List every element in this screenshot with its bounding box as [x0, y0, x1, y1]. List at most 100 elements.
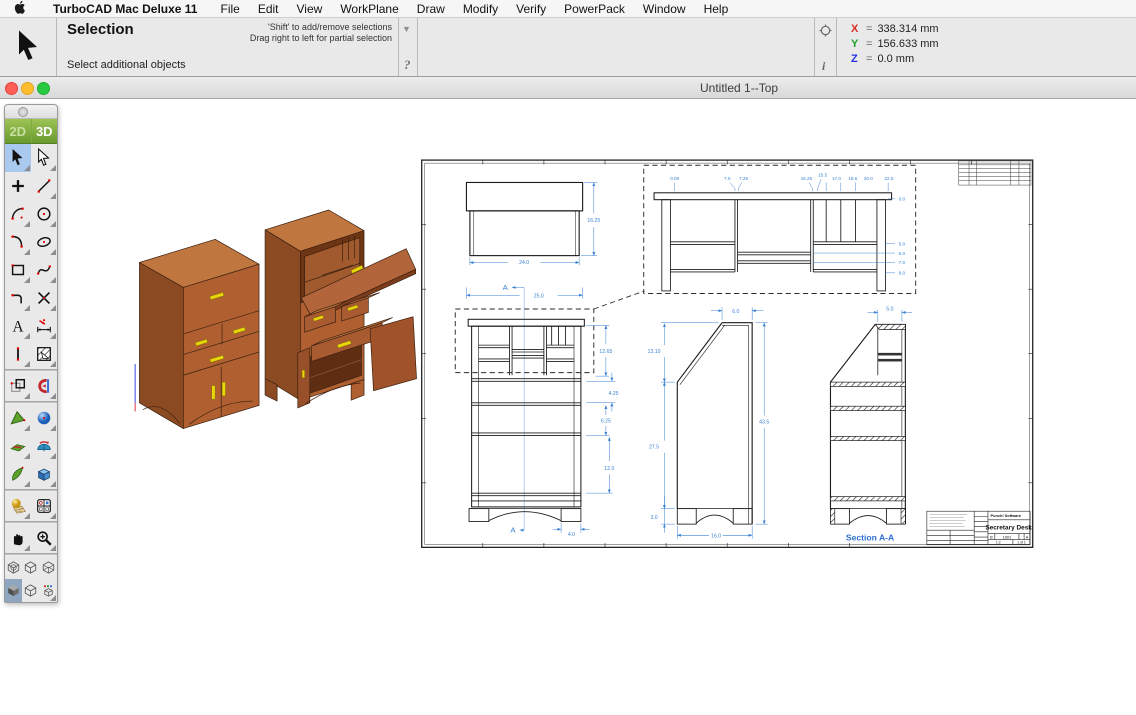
drawing-canvas[interactable]: 16.25 24.0 25.0 A 0.00 7.0 7.25 15.25 15… — [0, 99, 1136, 710]
mode-3d-button[interactable]: 3D — [31, 119, 58, 143]
palette-title-bar[interactable] — [5, 105, 57, 119]
select-open-tool[interactable] — [31, 144, 57, 172]
dim-label: 24.0 — [519, 260, 529, 266]
y-coordinate-value: 156.633 mm — [877, 38, 938, 50]
revolve-3d-tool[interactable] — [31, 432, 57, 460]
drawing-svg: 16.25 24.0 25.0 A 0.00 7.0 7.25 15.25 15… — [0, 99, 1136, 710]
dim-label: 5.0 — [899, 241, 906, 246]
line-tool[interactable] — [31, 172, 57, 200]
face-3d-tool[interactable] — [5, 404, 31, 432]
dim-label: 5.0 — [886, 307, 893, 313]
menu-bar: TurboCAD Mac Deluxe 11 File Edit View Wo… — [0, 0, 1136, 18]
document-title: Untitled 1--Top — [700, 81, 778, 95]
box-3d-tool[interactable] — [31, 460, 57, 488]
menu-item-help[interactable]: Help — [695, 2, 738, 16]
dim-label: 7.25 — [739, 176, 748, 181]
dim-label: 18.5 — [848, 176, 857, 181]
dim-label: 27.5 — [649, 444, 659, 450]
tool-palette: 2D 3D — [4, 104, 58, 603]
dim-label: 6.0 — [732, 309, 739, 315]
dim-label: 25.0 — [534, 293, 544, 299]
z-axis-label: Z — [851, 53, 861, 65]
zoom-tool[interactable] — [31, 524, 57, 552]
offset-tool[interactable] — [31, 372, 57, 400]
desk-render-closed[interactable] — [135, 239, 259, 428]
duplicate-tool[interactable] — [5, 372, 31, 400]
section-view-label: Section A-A — [846, 532, 894, 542]
sphere-3d-tool[interactable] — [31, 404, 57, 432]
help-button[interactable]: ? — [404, 57, 411, 73]
dim-label: 6.25 — [601, 419, 611, 425]
dim-label: 12.0 — [604, 466, 614, 472]
chevron-down-icon[interactable]: ▼ — [402, 24, 411, 34]
apple-menu-icon[interactable] — [14, 0, 26, 17]
spline-tool[interactable] — [31, 256, 57, 284]
mini-cube-view-button[interactable] — [40, 579, 57, 602]
iso-sphere-view-button[interactable] — [5, 556, 22, 579]
rectangle-tool[interactable] — [5, 256, 31, 284]
title-block-scale: 1:2 — [996, 541, 1001, 545]
menu-item-powerpack[interactable]: PowerPack — [555, 2, 634, 16]
section-marker-a-bottom: A — [510, 526, 516, 535]
dim-label: 0.0 — [899, 197, 906, 202]
extrude-3d-tool[interactable] — [5, 432, 31, 460]
desk-render-open[interactable] — [265, 210, 416, 408]
shaded-view-button[interactable] — [5, 579, 22, 602]
equals: = — [866, 53, 872, 65]
title-block-title: Secretary Desk — [985, 524, 1032, 531]
text-tool[interactable]: A — [5, 312, 31, 340]
tool-dropdown: ▼ ? — [399, 18, 417, 76]
polyline-tool[interactable] — [5, 284, 31, 312]
palette-close-button[interactable] — [18, 107, 28, 117]
mode-switch: 2D 3D — [5, 119, 57, 144]
menu-item-view[interactable]: View — [288, 2, 332, 16]
menu-item-verify[interactable]: Verify — [507, 2, 555, 16]
dimension-tool[interactable] — [31, 312, 57, 340]
mode-2d-button[interactable]: 2D — [5, 119, 31, 143]
segment-tool[interactable] — [5, 340, 31, 368]
hatch-tool[interactable] — [31, 340, 57, 368]
tool-hint-2: Drag right to left for partial selection — [250, 33, 392, 43]
dim-label: 16.25 — [587, 218, 600, 224]
wireframe-view-button[interactable] — [22, 579, 39, 602]
iso-cube-alt-view-button[interactable] — [40, 556, 57, 579]
zoom-window-button[interactable] — [37, 82, 50, 95]
dim-label: 20.0 — [864, 176, 873, 181]
info-icon[interactable]: i — [822, 59, 825, 74]
x-coordinate-value: 338.314 mm — [877, 23, 938, 35]
select-tool[interactable] — [5, 144, 31, 172]
minimize-window-button[interactable] — [21, 82, 34, 95]
close-window-button[interactable] — [5, 82, 18, 95]
dim-label: 8.0 — [899, 271, 906, 276]
menu-item-draw[interactable]: Draw — [408, 2, 454, 16]
render-tool[interactable] — [5, 492, 31, 520]
dim-label: 15.25 — [801, 176, 813, 181]
menu-item-edit[interactable]: Edit — [249, 2, 288, 16]
document-title-bar — [0, 77, 1136, 99]
menu-item-app[interactable]: TurboCAD Mac Deluxe 11 — [44, 2, 211, 16]
menu-item-workplane[interactable]: WorkPlane — [331, 2, 407, 16]
equals: = — [866, 38, 872, 50]
dim-label: 6.0 — [899, 251, 906, 256]
viewport-grid-tool[interactable] — [31, 492, 57, 520]
circle-tool[interactable] — [31, 200, 57, 228]
curve-tool[interactable] — [5, 228, 31, 256]
title-block-rev: A — [1026, 534, 1029, 539]
menu-item-window[interactable]: Window — [634, 2, 695, 16]
sweep-3d-tool[interactable] — [5, 460, 31, 488]
menu-item-file[interactable]: File — [211, 2, 248, 16]
dim-label: 7.0 — [899, 260, 906, 265]
arc-tool[interactable] — [5, 200, 31, 228]
pan-tool[interactable] — [5, 524, 31, 552]
point-tool[interactable] — [5, 172, 31, 200]
crosshair-icon[interactable] — [819, 24, 832, 42]
ellipse-tool[interactable] — [31, 228, 57, 256]
tool-info-panel: Selection 'Shift' to add/remove selectio… — [57, 18, 398, 76]
x-axis-label: X — [851, 23, 861, 35]
title-block-company: Punch! Software — [991, 513, 1022, 518]
menu-item-modify[interactable]: Modify — [454, 2, 507, 16]
dim-label: 16.0 — [711, 533, 721, 539]
x-marker-tool[interactable] — [31, 284, 57, 312]
y-axis-label: Y — [851, 38, 861, 50]
iso-cube-view-button[interactable] — [22, 556, 39, 579]
